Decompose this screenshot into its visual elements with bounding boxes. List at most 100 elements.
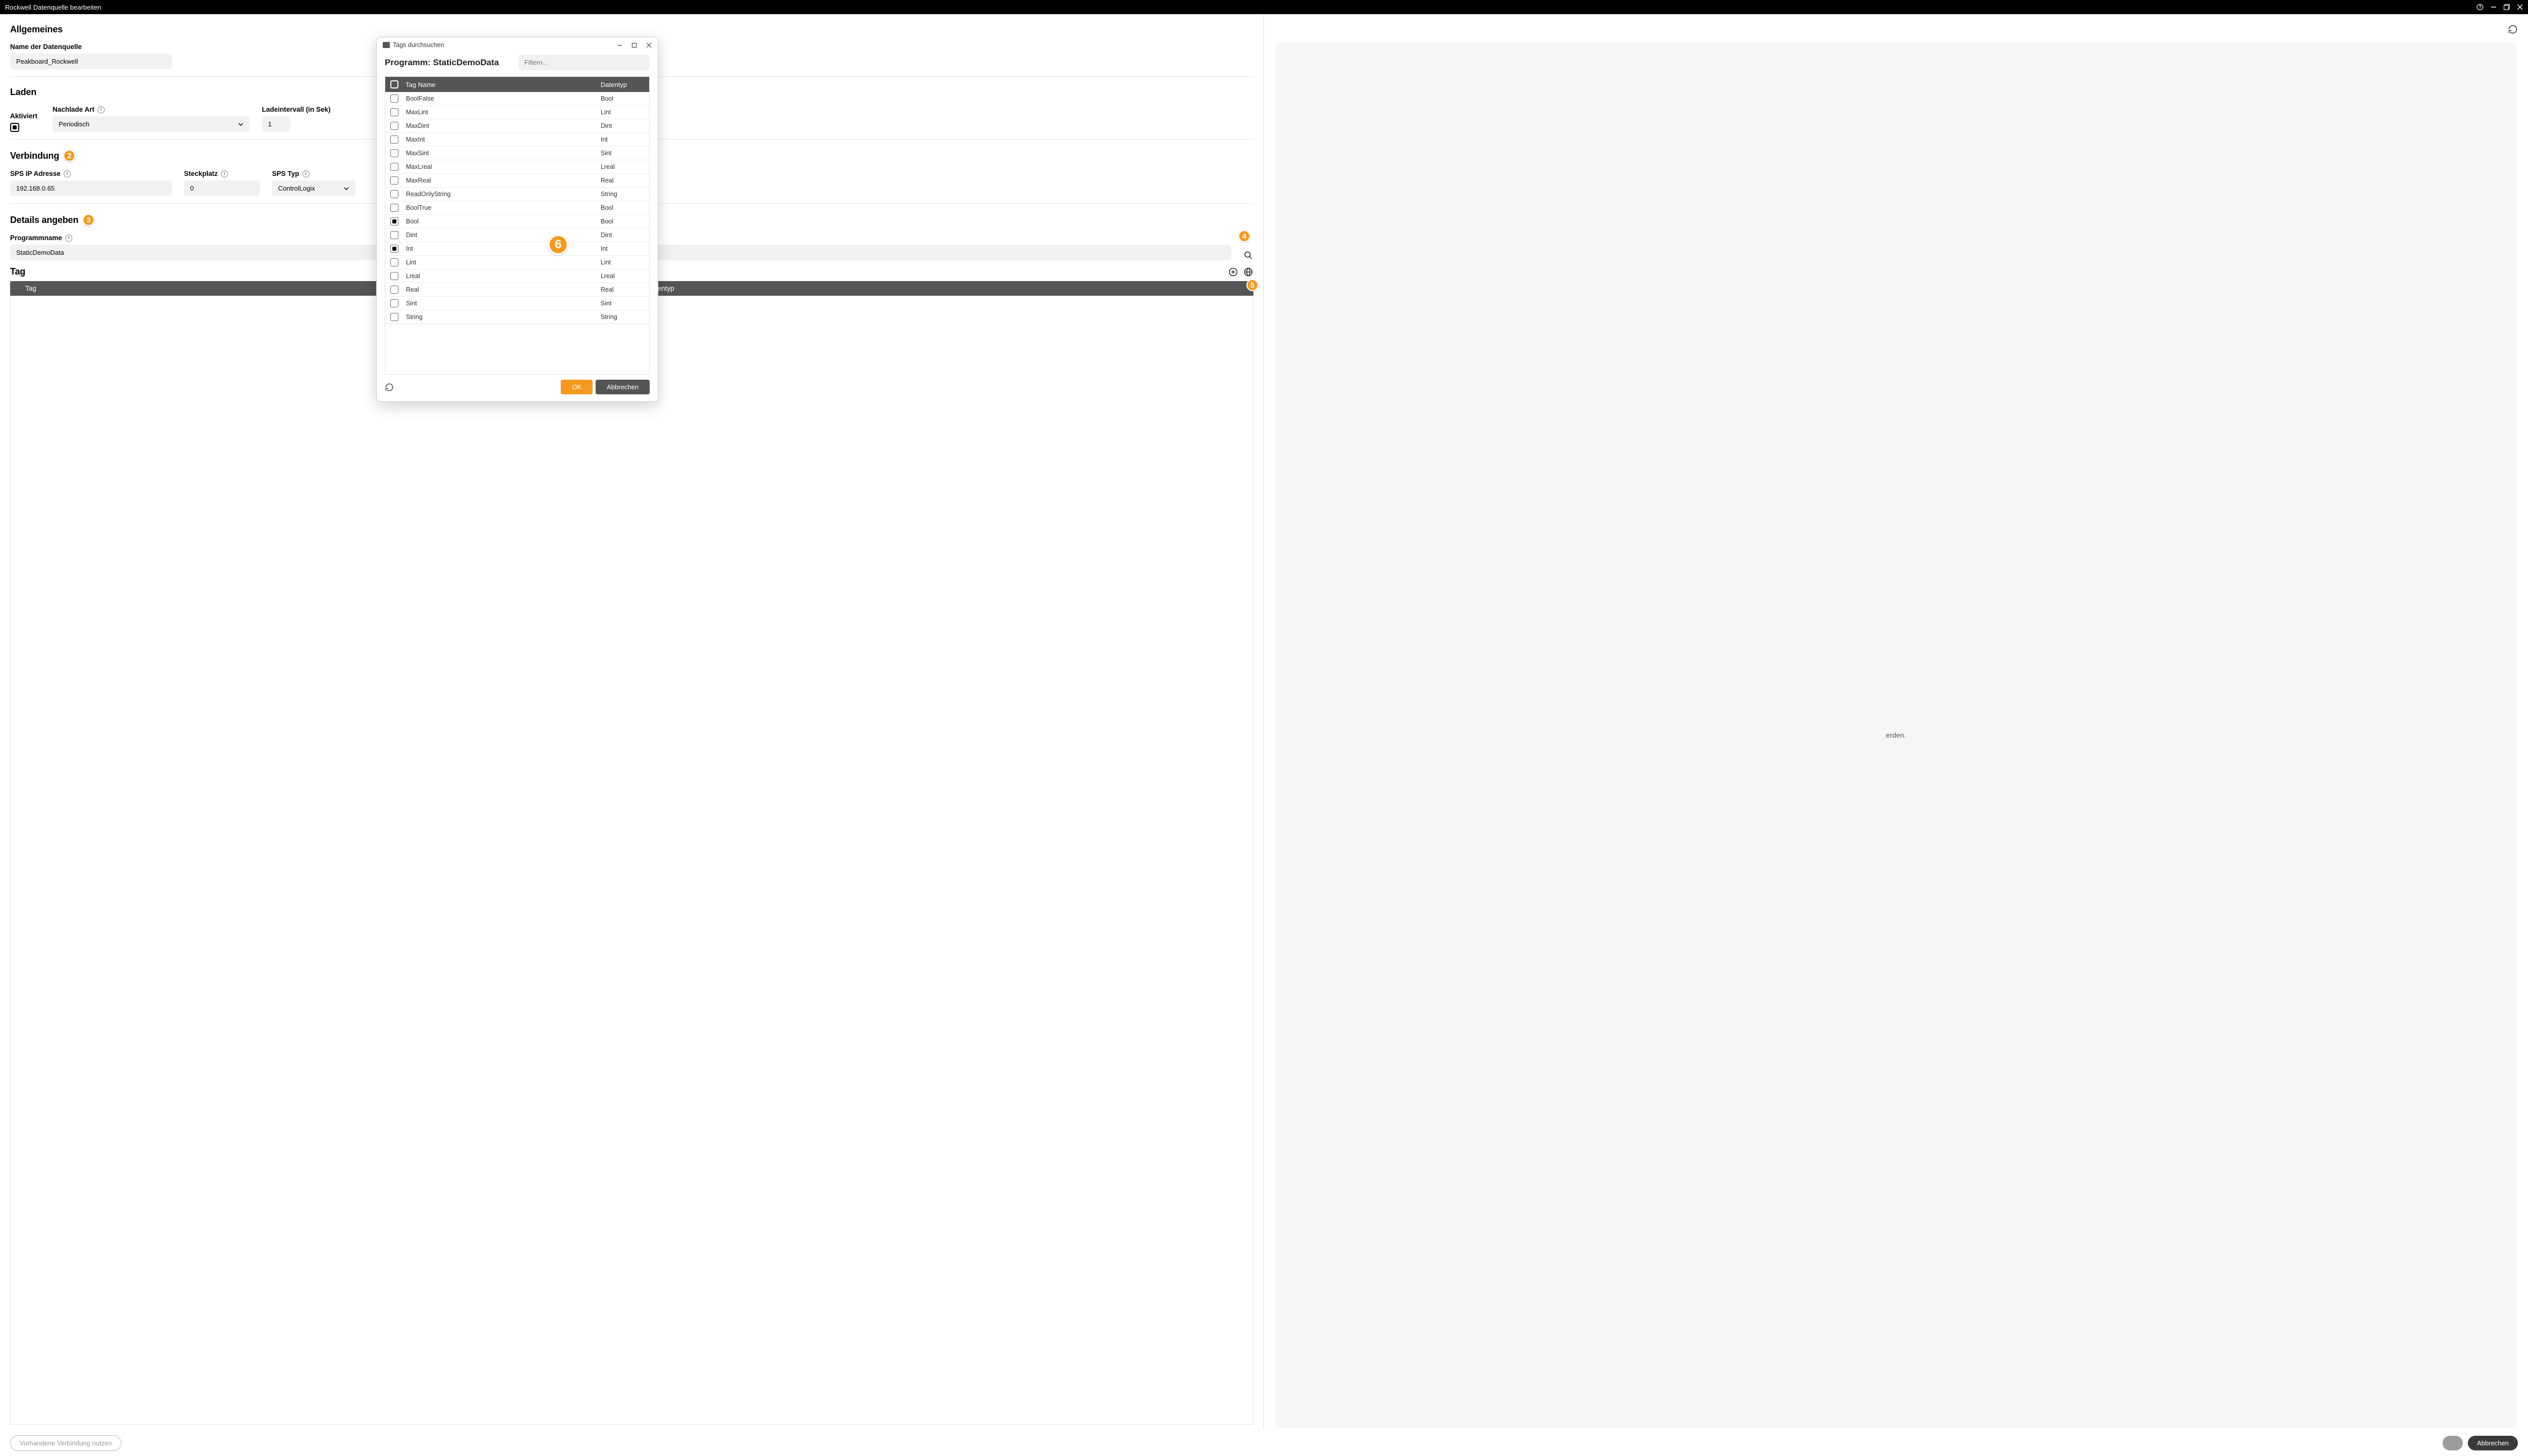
refresh-icon[interactable] bbox=[2508, 24, 2518, 34]
window-controls bbox=[2476, 4, 2523, 11]
popup-ok-button[interactable]: OK bbox=[561, 380, 593, 394]
close-icon[interactable] bbox=[2517, 4, 2523, 10]
maximize-icon[interactable] bbox=[2504, 4, 2510, 10]
popup-row-type: Dint bbox=[601, 122, 644, 129]
popup-row-name: Bool bbox=[404, 218, 601, 225]
activated-checkbox[interactable] bbox=[10, 123, 19, 132]
reload-type-select[interactable]: Periodisch bbox=[53, 116, 250, 132]
tag-col-type: Datentyp bbox=[632, 281, 1254, 296]
chevron-down-icon bbox=[343, 186, 349, 192]
cancel-button[interactable]: Abbrechen bbox=[2468, 1436, 2518, 1450]
popup-row-name: MaxDint bbox=[404, 122, 601, 129]
popup-row-type: Bool bbox=[601, 218, 644, 225]
popup-row-checkbox[interactable] bbox=[390, 190, 398, 198]
popup-minimize-icon[interactable] bbox=[617, 42, 622, 48]
popup-row-name: Real bbox=[404, 286, 601, 293]
popup-row[interactable]: RealReal bbox=[385, 283, 649, 297]
popup-row-name: ReadOnlyString bbox=[404, 191, 601, 198]
popup-row-type: String bbox=[601, 313, 644, 321]
popup-table-body: 6 BoolFalseBoolMaxLintLintMaxDintDintMax… bbox=[385, 92, 649, 324]
popup-row[interactable]: MaxSintSint bbox=[385, 147, 649, 160]
right-panel: erden. bbox=[1264, 14, 2528, 1430]
popup-row-checkbox[interactable] bbox=[390, 149, 398, 157]
popup-row[interactable]: LintLint bbox=[385, 256, 649, 269]
popup-filter-input[interactable] bbox=[518, 55, 650, 70]
info-icon[interactable]: i bbox=[221, 170, 228, 177]
popup-row-name: String bbox=[404, 313, 601, 321]
popup-close-icon[interactable] bbox=[646, 42, 652, 48]
popup-row-type: Lint bbox=[601, 259, 644, 266]
search-icon[interactable]: 4 bbox=[1243, 250, 1253, 260]
tag-table-body bbox=[10, 296, 1253, 1425]
popup-row-type: Lreal bbox=[601, 163, 644, 170]
popup-row-checkbox[interactable] bbox=[390, 272, 398, 280]
use-existing-connection-button[interactable]: Vorhandene Verbindung nutzen bbox=[10, 1435, 121, 1451]
add-tag-icon[interactable] bbox=[1228, 267, 1238, 277]
popup-row-checkbox[interactable] bbox=[390, 231, 398, 239]
popup-row[interactable]: ReadOnlyStringString bbox=[385, 188, 649, 201]
popup-row-checkbox[interactable] bbox=[390, 258, 398, 266]
slot-input[interactable] bbox=[184, 180, 260, 196]
info-icon[interactable]: i bbox=[98, 106, 105, 113]
popup-select-all-checkbox[interactable] bbox=[390, 80, 398, 88]
popup-col-type: Datentyp bbox=[601, 81, 644, 88]
popup-row[interactable]: IntInt bbox=[385, 242, 649, 256]
annotation-badge-2: 2 bbox=[63, 150, 75, 162]
popup-cancel-button[interactable]: Abbrechen bbox=[596, 380, 650, 394]
annotation-badge-3: 3 bbox=[82, 214, 95, 226]
popup-row[interactable]: BoolFalseBool bbox=[385, 92, 649, 106]
window-titlebar: Rockwell Datenquelle bearbeiten bbox=[0, 0, 2528, 14]
popup-row[interactable]: MaxDintDint bbox=[385, 119, 649, 133]
preview-area: erden. bbox=[1275, 42, 2517, 1428]
help-icon[interactable] bbox=[2476, 4, 2484, 11]
obscured-button[interactable] bbox=[2443, 1436, 2463, 1450]
popup-footer: OK Abbrechen bbox=[377, 375, 658, 401]
popup-row-type: Int bbox=[601, 136, 644, 143]
popup-row-checkbox[interactable] bbox=[390, 313, 398, 321]
popup-row[interactable]: BoolTrueBool bbox=[385, 201, 649, 215]
popup-row-name: Int bbox=[404, 245, 601, 252]
info-icon[interactable]: i bbox=[302, 170, 309, 177]
popup-row-checkbox[interactable] bbox=[390, 204, 398, 212]
interval-input[interactable] bbox=[262, 116, 290, 132]
popup-row-checkbox[interactable] bbox=[390, 122, 398, 130]
chevron-down-icon bbox=[238, 121, 244, 127]
popup-row-name: BoolFalse bbox=[404, 95, 601, 102]
popup-row-type: Real bbox=[601, 286, 644, 293]
popup-row[interactable]: MaxLrealLreal bbox=[385, 160, 649, 174]
popup-row-checkbox[interactable] bbox=[390, 176, 398, 185]
popup-reload-icon[interactable] bbox=[385, 383, 394, 392]
popup-row-checkbox[interactable] bbox=[390, 286, 398, 294]
popup-row[interactable]: MaxRealReal bbox=[385, 174, 649, 188]
popup-row[interactable]: BoolBool bbox=[385, 215, 649, 229]
sps-type-label: SPS Typ i bbox=[272, 170, 355, 177]
popup-row-checkbox[interactable] bbox=[390, 217, 398, 225]
popup-row-checkbox[interactable] bbox=[390, 108, 398, 116]
info-icon[interactable]: i bbox=[64, 170, 71, 177]
popup-col-name: Tag Name bbox=[404, 81, 601, 88]
info-icon[interactable]: i bbox=[65, 235, 72, 242]
popup-row[interactable]: StringString bbox=[385, 310, 649, 324]
popup-row-type: Bool bbox=[601, 95, 644, 102]
globe-icon[interactable] bbox=[1243, 267, 1253, 277]
ip-input[interactable] bbox=[10, 180, 172, 196]
minimize-icon[interactable] bbox=[2491, 4, 2497, 10]
popup-maximize-icon[interactable] bbox=[631, 42, 637, 48]
popup-row-checkbox[interactable] bbox=[390, 95, 398, 103]
popup-row-checkbox[interactable] bbox=[390, 299, 398, 307]
popup-row[interactable]: MaxIntInt bbox=[385, 133, 649, 147]
popup-row-name: Sint bbox=[404, 300, 601, 307]
popup-row-checkbox[interactable] bbox=[390, 135, 398, 144]
popup-row[interactable]: DintDint bbox=[385, 229, 649, 242]
popup-row[interactable]: MaxLintLint bbox=[385, 106, 649, 119]
popup-window-icon bbox=[383, 42, 390, 48]
popup-row[interactable]: LrealLreal bbox=[385, 269, 649, 283]
sps-type-select[interactable]: ControlLogix bbox=[272, 180, 355, 196]
popup-row[interactable]: SintSint bbox=[385, 297, 649, 310]
popup-row-name: MaxLint bbox=[404, 109, 601, 116]
datasource-name-input[interactable] bbox=[10, 54, 172, 69]
ip-label: SPS IP Adresse i bbox=[10, 170, 172, 177]
popup-row-checkbox[interactable] bbox=[390, 163, 398, 171]
popup-row-checkbox[interactable] bbox=[390, 245, 398, 253]
window-title: Rockwell Datenquelle bearbeiten bbox=[5, 4, 101, 11]
